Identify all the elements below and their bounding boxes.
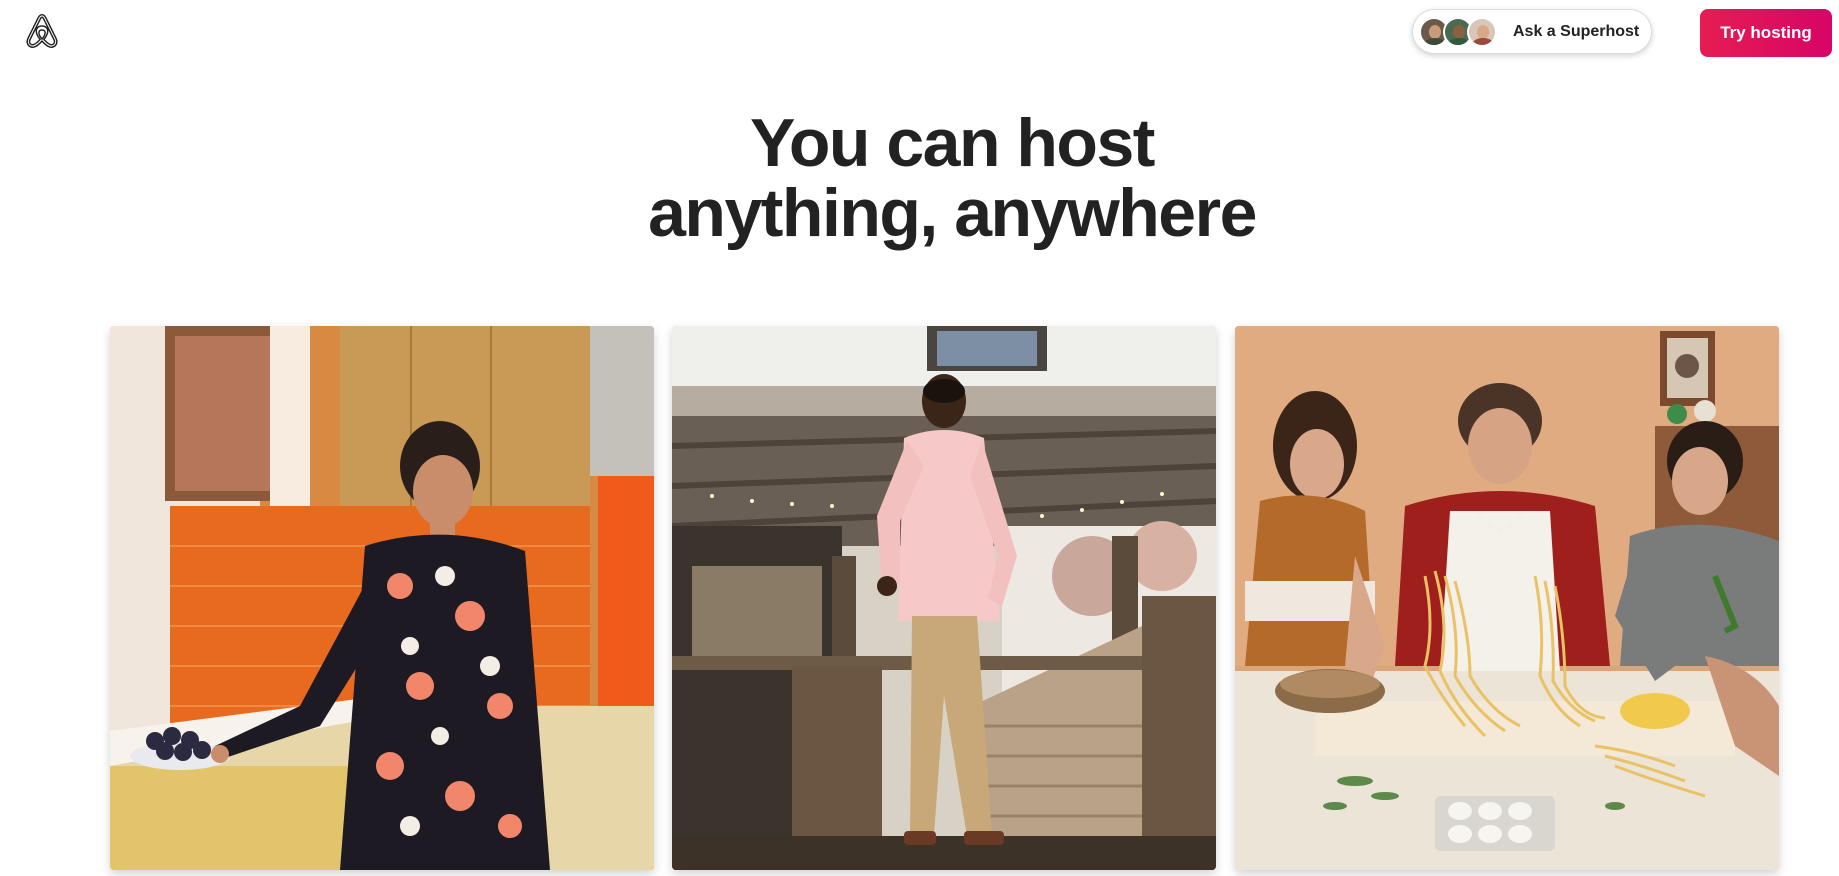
page-title: You can host anything, anywhere (0, 108, 1839, 248)
ask-superhost-button[interactable]: Ask a Superhost (1412, 9, 1652, 54)
host-photo-kitchen-icon (110, 326, 654, 870)
host-photo-treehouse (672, 326, 1216, 870)
superhost-avatar-3 (1467, 16, 1497, 47)
host-photo-kitchen (110, 326, 654, 870)
superhost-avatars (1419, 16, 1497, 47)
host-photo-pasta (1235, 326, 1779, 870)
host-photo-treehouse-icon (672, 326, 1216, 870)
host-photo-pasta-icon (1235, 326, 1779, 870)
ask-superhost-label: Ask a Superhost (1513, 22, 1640, 40)
page-title-line-2: anything, anywhere (648, 175, 1257, 251)
try-hosting-button[interactable]: Try hosting (1700, 9, 1832, 57)
airbnb-logo-icon[interactable] (24, 12, 62, 52)
hosting-landing-page: Ask a Superhost Try hosting You can host… (0, 0, 1839, 876)
page-title-line-1: You can host (750, 105, 1155, 181)
